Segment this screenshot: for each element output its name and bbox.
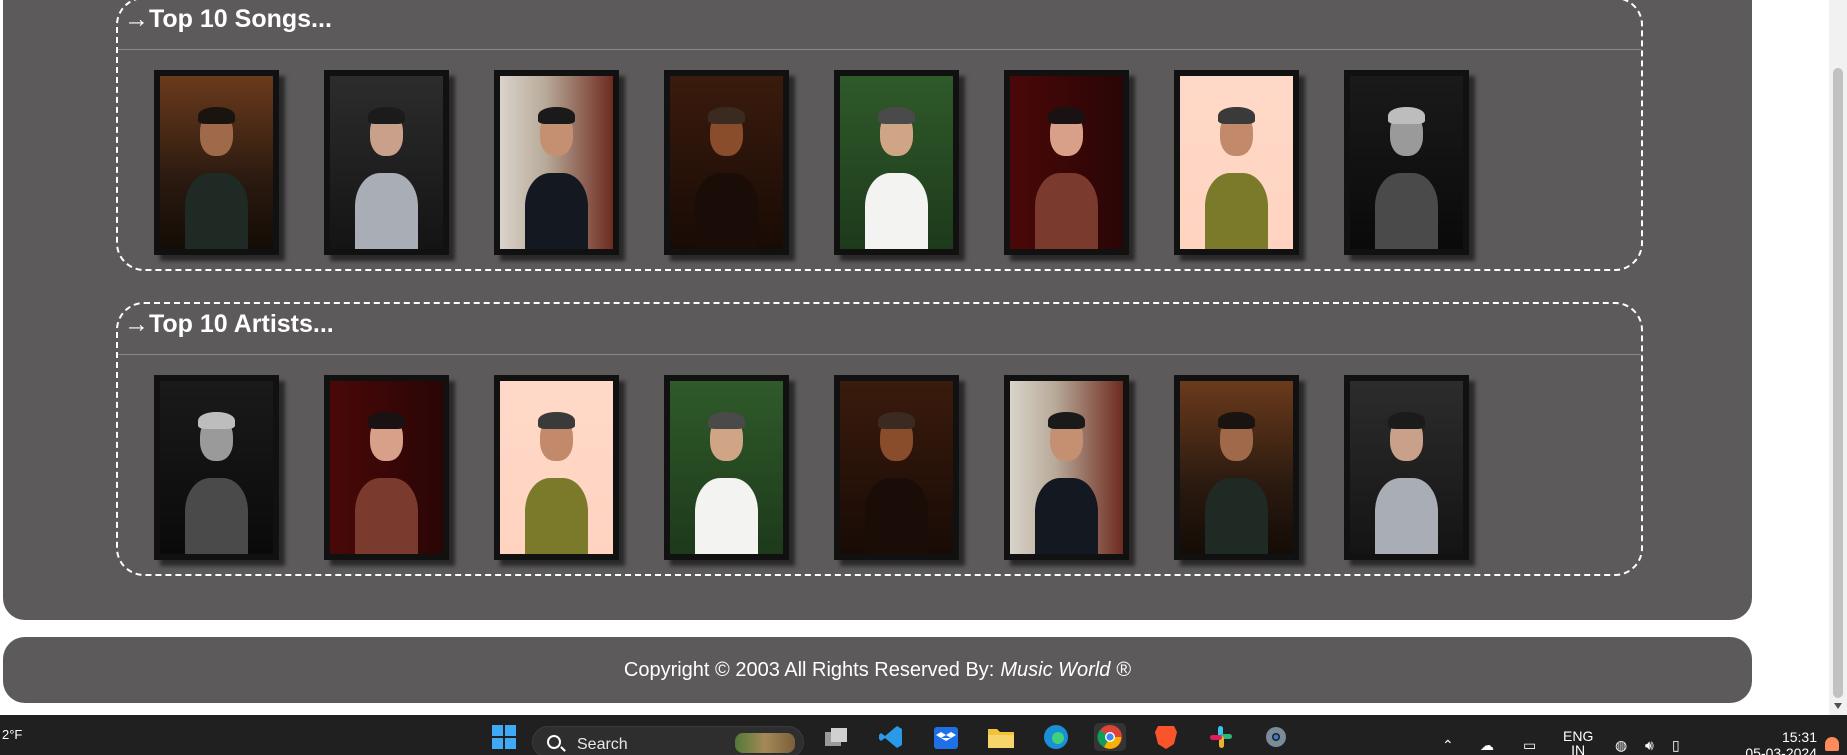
song-card-6[interactable] bbox=[1004, 70, 1129, 255]
artist-card-4[interactable] bbox=[664, 375, 789, 560]
portrait-image bbox=[160, 381, 273, 554]
artist-card-5[interactable] bbox=[834, 375, 959, 560]
portrait-image bbox=[1180, 76, 1293, 249]
footer-registered-mark: ® bbox=[1116, 658, 1132, 681]
gear-icon bbox=[1266, 727, 1286, 747]
portrait-image bbox=[840, 381, 953, 554]
chrome-taskbar-button[interactable] bbox=[1094, 723, 1126, 751]
search-label: Search bbox=[577, 736, 628, 753]
chevron-up-icon[interactable]: ⌃ bbox=[1442, 737, 1454, 754]
top-songs-section: →Top 10 Songs... bbox=[116, 0, 1643, 271]
section-divider bbox=[118, 49, 1641, 50]
slack-taskbar-button[interactable] bbox=[1205, 723, 1237, 751]
edge-browser-icon bbox=[1044, 725, 1068, 749]
song-card-8[interactable] bbox=[1344, 70, 1469, 255]
scroll-down-arrow-icon[interactable] bbox=[1834, 703, 1842, 709]
file-explorer-taskbar-button[interactable] bbox=[985, 723, 1017, 751]
portrait-image bbox=[330, 381, 443, 554]
portrait-image bbox=[670, 381, 783, 554]
portrait-image bbox=[1180, 381, 1293, 554]
song-card-4[interactable] bbox=[664, 70, 789, 255]
system-clock[interactable]: 15:31 05-03-2024 bbox=[1745, 729, 1817, 755]
onedrive-icon[interactable]: ☁ bbox=[1480, 737, 1494, 754]
footer: Copyright © 2003 All Rights Reserved By:… bbox=[3, 637, 1752, 703]
taskbar-search-box[interactable]: Search bbox=[532, 726, 804, 755]
search-icon bbox=[547, 735, 561, 749]
search-highlight-icon bbox=[735, 733, 795, 753]
folder-icon bbox=[988, 729, 1014, 748]
footer-copyright: Copyright © 2003 All Rights Reserved By: bbox=[623, 658, 995, 681]
language-indicator[interactable]: ENG IN bbox=[1563, 729, 1593, 755]
top-songs-title: →Top 10 Songs... bbox=[124, 5, 332, 33]
portrait-image bbox=[1010, 76, 1123, 249]
vertical-scrollbar[interactable] bbox=[1829, 0, 1847, 715]
settings-taskbar-button[interactable] bbox=[1260, 723, 1292, 751]
task-view-button[interactable] bbox=[820, 723, 852, 751]
language-region: IN bbox=[1571, 742, 1586, 755]
dropbox-taskbar-button[interactable] bbox=[930, 723, 962, 751]
edge-taskbar-button[interactable] bbox=[1040, 723, 1072, 751]
vscode-icon bbox=[879, 726, 902, 748]
top-artists-title: →Top 10 Artists... bbox=[124, 310, 334, 338]
clock-date: 05-03-2024 bbox=[1745, 745, 1817, 755]
portrait-image bbox=[160, 76, 273, 249]
portrait-image bbox=[1350, 381, 1463, 554]
language-code: ENG bbox=[1563, 728, 1594, 744]
song-card-2[interactable] bbox=[324, 70, 449, 255]
slack-icon bbox=[1210, 726, 1232, 748]
song-card-3[interactable] bbox=[494, 70, 619, 255]
task-view-icon bbox=[825, 728, 847, 746]
song-card-1[interactable] bbox=[154, 70, 279, 255]
artist-card-2[interactable] bbox=[324, 375, 449, 560]
portrait-image bbox=[500, 76, 613, 249]
scrollbar-thumb[interactable] bbox=[1833, 68, 1843, 698]
portrait-image bbox=[1350, 76, 1463, 249]
start-button[interactable] bbox=[488, 723, 520, 751]
artist-card-8[interactable] bbox=[1344, 375, 1469, 560]
dropbox-icon bbox=[934, 727, 958, 749]
section-divider bbox=[118, 354, 1641, 355]
brave-browser-icon bbox=[1155, 726, 1177, 749]
main-panel: →Top 10 Songs... →Top 10 Artists... bbox=[3, 0, 1752, 620]
portrait-image bbox=[330, 76, 443, 249]
network-icon[interactable]: ◍ bbox=[1615, 737, 1627, 754]
windows-logo-icon bbox=[492, 725, 516, 749]
vscode-taskbar-button[interactable] bbox=[875, 723, 907, 751]
song-card-5[interactable] bbox=[834, 70, 959, 255]
brave-taskbar-button[interactable] bbox=[1150, 723, 1182, 751]
notification-bell-icon[interactable] bbox=[1825, 737, 1839, 751]
footer-brand: Music World bbox=[1000, 658, 1111, 681]
artist-card-1[interactable] bbox=[154, 375, 279, 560]
chrome-icon bbox=[1097, 725, 1122, 749]
weather-temperature: 2°F bbox=[2, 727, 23, 742]
portrait-image bbox=[670, 76, 783, 249]
artist-card-3[interactable] bbox=[494, 375, 619, 560]
artist-card-7[interactable] bbox=[1174, 375, 1299, 560]
song-card-7[interactable] bbox=[1174, 70, 1299, 255]
clock-time: 15:31 bbox=[1781, 729, 1817, 745]
top-artists-section: →Top 10 Artists... bbox=[116, 302, 1643, 576]
keyboard-layout-icon[interactable]: ▭ bbox=[1523, 737, 1536, 754]
volume-icon[interactable]: 🔊︎ bbox=[1645, 737, 1654, 754]
portrait-image bbox=[500, 381, 613, 554]
taskbar: 2°F Search ⌃ ☁ ▭ ENG IN ◍ 🔊︎ ▯ 15:31 05-… bbox=[0, 715, 1847, 755]
weather-widget[interactable]: 2°F bbox=[2, 727, 22, 742]
artist-card-6[interactable] bbox=[1004, 375, 1129, 560]
battery-icon[interactable]: ▯ bbox=[1672, 737, 1680, 754]
portrait-image bbox=[1010, 381, 1123, 554]
portrait-image bbox=[840, 76, 953, 249]
